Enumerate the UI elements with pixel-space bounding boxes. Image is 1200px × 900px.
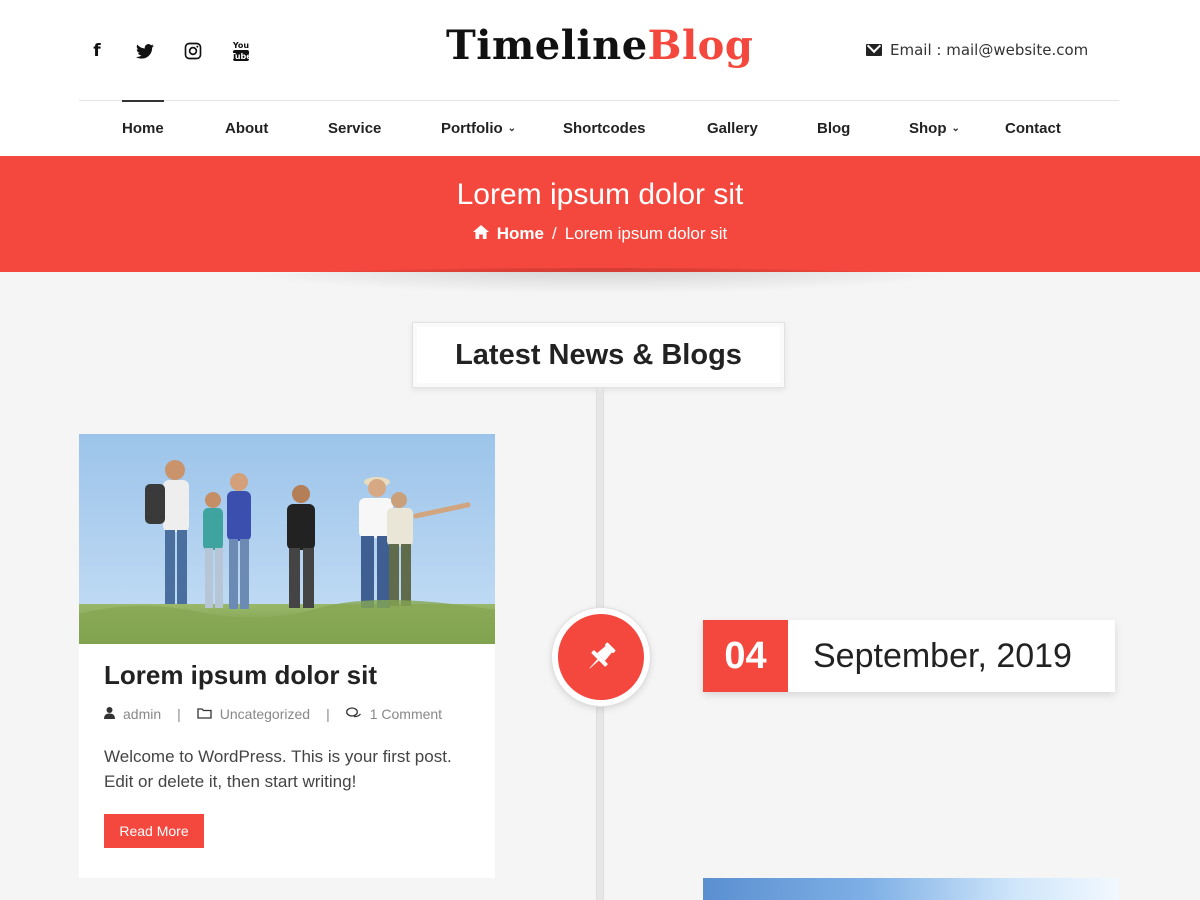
chevron-down-icon: ⌄ [507,122,517,134]
facebook-icon[interactable]: f [84,38,110,64]
breadcrumb-home-link[interactable]: Home [497,224,544,244]
breadcrumb-current: Lorem ipsum dolor sit [564,224,728,243]
section-title: Latest News & Blogs [412,322,785,388]
logo-text-accent: Blog [647,22,754,69]
timeline-marker [552,608,650,706]
nav-item-home[interactable]: Home [122,100,164,156]
nav-item-blog[interactable]: Blog [817,100,850,156]
page-banner: Lorem ipsum dolor sit Home / Lorem ipsum… [0,156,1200,272]
breadcrumb-separator: / [551,224,557,243]
instagram-icon[interactable] [180,38,206,64]
nav-label: Gallery [707,119,758,137]
post-author[interactable]: admin [123,706,161,722]
site-header: f You Tube TimelineBlog Email : mail@webs… [0,0,1200,156]
post-comments[interactable]: 1 Comment [370,706,442,722]
chevron-down-icon: ⌄ [951,122,960,134]
home-icon [472,225,489,243]
logo-text-primary: Timeline [446,22,648,69]
page-title: Lorem ipsum dolor sit [456,178,744,211]
post-date: 04 September, 2019 [703,620,1115,692]
header-email: Email : mail@website.com [866,41,1088,59]
main-nav: Home About Service Portfolio ⌄ Shortcodes… [0,100,1200,156]
date-day: 04 [703,620,788,692]
pushpin-icon [589,642,616,669]
nav-label: About [225,119,269,137]
post-title[interactable]: Lorem ipsum dolor sit [104,660,377,691]
nav-item-about[interactable]: About [225,100,268,156]
nav-item-shop[interactable]: Shop ⌄ [909,100,960,156]
nav-item-shortcodes[interactable]: Shortcodes [563,100,646,156]
next-post-thumbnail[interactable] [703,878,1119,900]
meta-separator: | [177,706,181,722]
date-month-year: September, 2019 [813,636,1072,675]
svg-text:You: You [232,41,249,50]
nav-label: Home [122,119,164,137]
breadcrumb: Home / Lorem ipsum dolor sit [0,224,1200,244]
nav-item-service[interactable]: Service [328,100,381,156]
meta-separator: | [326,706,330,722]
post-category[interactable]: Uncategorized [220,706,310,722]
social-links: f You Tube [84,38,254,64]
post-meta: admin | Uncategorized | 1 Comment [104,706,442,722]
twitter-icon[interactable] [132,38,158,64]
nav-label: Contact [1005,119,1061,137]
nav-label: Service [328,119,382,137]
nav-item-contact[interactable]: Contact [1005,100,1061,156]
read-more-button[interactable]: Read More [104,814,204,848]
youtube-icon[interactable]: You Tube [228,38,254,64]
site-logo[interactable]: TimelineBlog [446,22,753,69]
user-icon [104,706,115,722]
comments-icon [345,706,362,722]
email-text: Email : mail@website.com [890,41,1089,59]
nav-label: Portfolio [441,119,503,137]
nav-label: Shortcodes [563,119,646,137]
folder-icon [197,707,212,722]
blog-post-card: Lorem ipsum dolor sit admin | Uncategori… [79,434,495,878]
nav-label: Shop [909,119,947,137]
envelope-icon [866,44,882,56]
nav-item-portfolio[interactable]: Portfolio ⌄ [441,100,516,156]
banner-shadow [220,268,980,294]
nav-label: Blog [817,119,851,137]
svg-text:Tube: Tube [232,52,250,61]
post-thumbnail[interactable] [79,434,495,644]
post-excerpt: Welcome to WordPress. This is your first… [104,747,452,791]
nav-item-gallery[interactable]: Gallery [707,100,758,156]
